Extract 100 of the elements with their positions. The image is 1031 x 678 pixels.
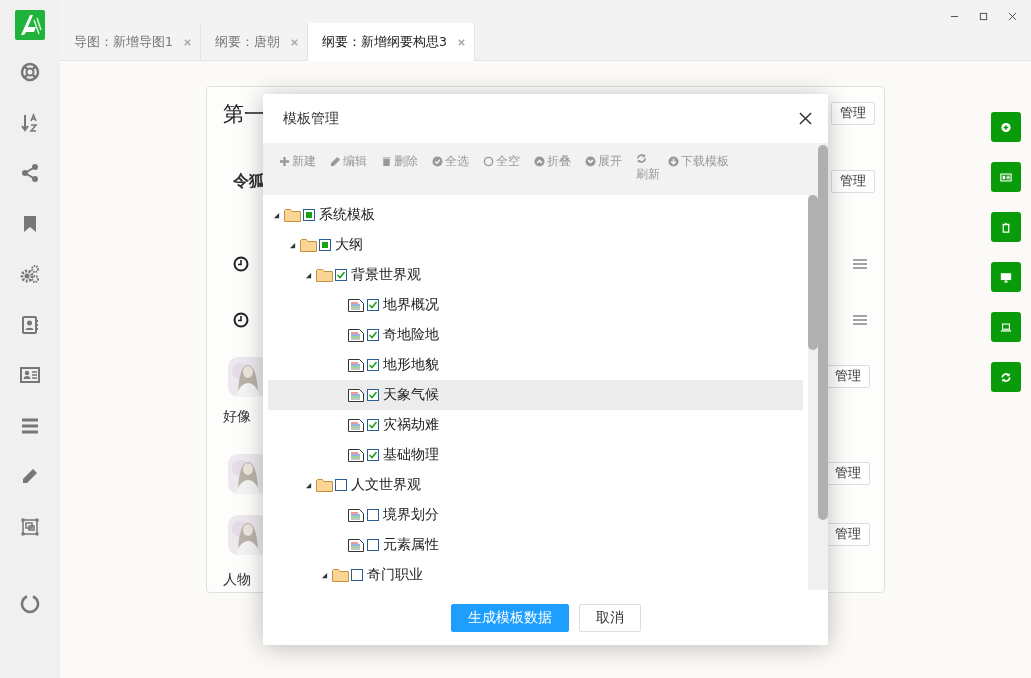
loading-icon[interactable]	[20, 594, 40, 614]
tree-row[interactable]: 大纲	[268, 230, 803, 260]
folder-icon	[316, 478, 333, 492]
tab-label: 导图：新增导图1	[74, 33, 173, 51]
tree-label: 灾祸劫难	[383, 416, 439, 434]
tree-label: 大纲	[335, 236, 363, 254]
tree-row[interactable]: 境界划分	[268, 500, 803, 530]
share-icon[interactable]	[20, 163, 40, 183]
manage-button[interactable]: 管理	[831, 170, 875, 194]
circle-icon	[483, 156, 494, 167]
refresh-icon	[1000, 371, 1012, 383]
checkbox[interactable]	[367, 419, 379, 431]
tab-label: 纲要：新增纲要构思3	[321, 33, 447, 51]
down-circle-icon	[585, 156, 596, 167]
checkbox[interactable]	[367, 389, 379, 401]
document-icon	[348, 328, 364, 342]
checkbox[interactable]	[319, 239, 331, 251]
expand-icon[interactable]	[305, 481, 312, 489]
tree-row[interactable]: 人文世界观	[268, 470, 803, 500]
tree-row[interactable]: 背景世界观	[268, 260, 803, 290]
cancel-button[interactable]: 取消	[578, 603, 641, 632]
up-circle-icon	[534, 156, 545, 167]
tree-row[interactable]: 地界概况	[268, 290, 803, 320]
frame-icon[interactable]	[20, 516, 40, 537]
close-icon[interactable]	[1008, 12, 1017, 21]
tree-row[interactable]: 基础物理	[268, 440, 803, 470]
delete-button[interactable]	[991, 212, 1021, 242]
tree-row[interactable]: 系统模板	[268, 200, 803, 230]
expand-icon[interactable]	[273, 211, 280, 219]
scroll-thumb[interactable]	[818, 145, 828, 520]
refresh-icon	[636, 153, 647, 164]
contact-book-icon[interactable]	[20, 314, 40, 335]
character-name: 令狐	[232, 171, 265, 193]
expand-icon[interactable]	[305, 271, 312, 279]
checkbox[interactable]	[367, 509, 379, 521]
newspaper-icon	[1000, 171, 1012, 183]
menu-icon[interactable]	[853, 313, 867, 326]
checkbox[interactable]	[367, 299, 379, 311]
refresh-button[interactable]	[991, 362, 1021, 392]
menu-icon[interactable]	[853, 258, 867, 271]
folder-icon	[300, 238, 317, 252]
tree-row[interactable]: 元素属性	[268, 530, 803, 560]
laptop-icon	[1000, 321, 1012, 333]
manage-button[interactable]: 管理	[826, 462, 870, 486]
tree-row[interactable]: 奇门职业	[268, 560, 803, 590]
close-icon[interactable]	[799, 112, 812, 125]
tree-label: 元素属性	[383, 536, 439, 554]
maximize-icon[interactable]	[979, 12, 988, 21]
expand-icon[interactable]	[321, 571, 328, 579]
tree-label: 天象气候	[383, 386, 439, 404]
expand-icon[interactable]	[289, 241, 296, 249]
checkbox[interactable]	[303, 209, 315, 221]
manage-button[interactable]: 管理	[826, 523, 870, 547]
sort-icon[interactable]	[20, 112, 40, 133]
card-button[interactable]	[991, 162, 1021, 192]
tab[interactable]: 纲要：新增纲要构思3	[307, 23, 475, 61]
laptop-button[interactable]	[991, 312, 1021, 342]
tab-label: 纲要：唐朝	[214, 33, 280, 51]
plus-icon	[1000, 121, 1012, 133]
logo-icon	[15, 10, 45, 40]
folder-icon	[332, 568, 349, 582]
lifebuoy-icon[interactable]	[20, 62, 40, 82]
trash-icon	[381, 156, 392, 167]
tree-row[interactable]: 天象气候	[268, 380, 803, 410]
download-icon	[668, 156, 679, 167]
checkbox[interactable]	[335, 479, 347, 491]
document-icon	[348, 538, 364, 552]
scrollbar[interactable]	[818, 143, 828, 590]
document-icon	[348, 508, 364, 522]
id-card-icon[interactable]	[20, 365, 40, 385]
tree-row[interactable]: 地形地貌	[268, 350, 803, 380]
pencil-icon[interactable]	[20, 466, 40, 486]
add-button[interactable]	[991, 112, 1021, 142]
clock-icon	[233, 311, 249, 328]
tree-label: 奇门职业	[367, 566, 423, 584]
scroll-thumb[interactable]	[808, 195, 818, 350]
checkbox[interactable]	[367, 449, 379, 461]
monitor-button[interactable]	[991, 262, 1021, 292]
scrollbar[interactable]	[808, 195, 818, 590]
caption-text: 好像	[223, 408, 251, 427]
tree-row[interactable]: 灾祸劫难	[268, 410, 803, 440]
manage-button[interactable]: 管理	[831, 102, 875, 126]
document-icon	[348, 298, 364, 312]
checkbox[interactable]	[367, 359, 379, 371]
clock-icon	[233, 256, 249, 273]
check-circle-icon	[432, 156, 443, 167]
checkbox[interactable]	[351, 569, 363, 581]
checkbox[interactable]	[367, 329, 379, 341]
tree-row[interactable]: 奇地险地	[268, 320, 803, 350]
document-icon	[348, 448, 364, 462]
caption-text: 人物	[223, 571, 251, 590]
checkbox[interactable]	[335, 269, 347, 281]
plus-icon	[279, 156, 290, 167]
document-icon	[348, 358, 364, 372]
tree-label: 基础物理	[383, 446, 439, 464]
checkbox[interactable]	[367, 539, 379, 551]
document-icon	[348, 418, 364, 432]
manage-button[interactable]: 管理	[826, 365, 870, 389]
document-icon	[348, 388, 364, 402]
tree-label: 奇地险地	[383, 326, 439, 344]
